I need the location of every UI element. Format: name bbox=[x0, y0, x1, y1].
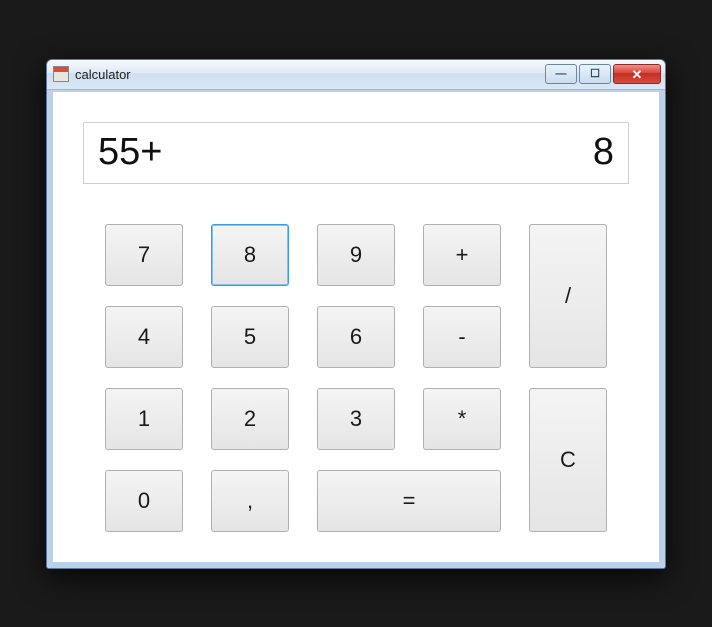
window-controls: — ☐ ✕ bbox=[543, 64, 661, 84]
calc-display: 55+ 8 bbox=[83, 122, 629, 184]
key-5[interactable]: 5 bbox=[211, 306, 289, 368]
window-body: 55+ 8 7 8 9 + / 4 5 6 - 1 2 3 * C 0 , bbox=[47, 90, 665, 568]
window-title: calculator bbox=[75, 67, 543, 82]
key-1[interactable]: 1 bbox=[105, 388, 183, 450]
minimize-button[interactable]: — bbox=[545, 64, 577, 84]
key-clear[interactable]: C bbox=[529, 388, 607, 532]
key-0[interactable]: 0 bbox=[105, 470, 183, 532]
maximize-icon: ☐ bbox=[590, 69, 600, 80]
client-area: 55+ 8 7 8 9 + / 4 5 6 - 1 2 3 * C 0 , bbox=[53, 92, 659, 562]
key-divide[interactable]: / bbox=[529, 224, 607, 368]
key-multiply[interactable]: * bbox=[423, 388, 501, 450]
key-9[interactable]: 9 bbox=[317, 224, 395, 286]
titlebar[interactable]: calculator — ☐ ✕ bbox=[47, 60, 665, 90]
key-comma[interactable]: , bbox=[211, 470, 289, 532]
key-plus[interactable]: + bbox=[423, 224, 501, 286]
key-2[interactable]: 2 bbox=[211, 388, 289, 450]
key-7[interactable]: 7 bbox=[105, 224, 183, 286]
key-4[interactable]: 4 bbox=[105, 306, 183, 368]
app-icon bbox=[53, 66, 69, 82]
key-equals[interactable]: = bbox=[317, 470, 501, 532]
key-3[interactable]: 3 bbox=[317, 388, 395, 450]
close-icon: ✕ bbox=[632, 68, 643, 81]
key-8[interactable]: 8 bbox=[211, 224, 289, 286]
key-6[interactable]: 6 bbox=[317, 306, 395, 368]
key-minus[interactable]: - bbox=[423, 306, 501, 368]
keypad: 7 8 9 + / 4 5 6 - 1 2 3 * C 0 , = bbox=[83, 224, 629, 532]
display-current: 8 bbox=[593, 131, 614, 174]
display-expression: 55+ bbox=[98, 131, 593, 174]
minimize-icon: — bbox=[556, 69, 567, 80]
maximize-button[interactable]: ☐ bbox=[579, 64, 611, 84]
app-window: calculator — ☐ ✕ 55+ 8 7 8 9 + / bbox=[46, 59, 666, 569]
close-button[interactable]: ✕ bbox=[613, 64, 661, 84]
